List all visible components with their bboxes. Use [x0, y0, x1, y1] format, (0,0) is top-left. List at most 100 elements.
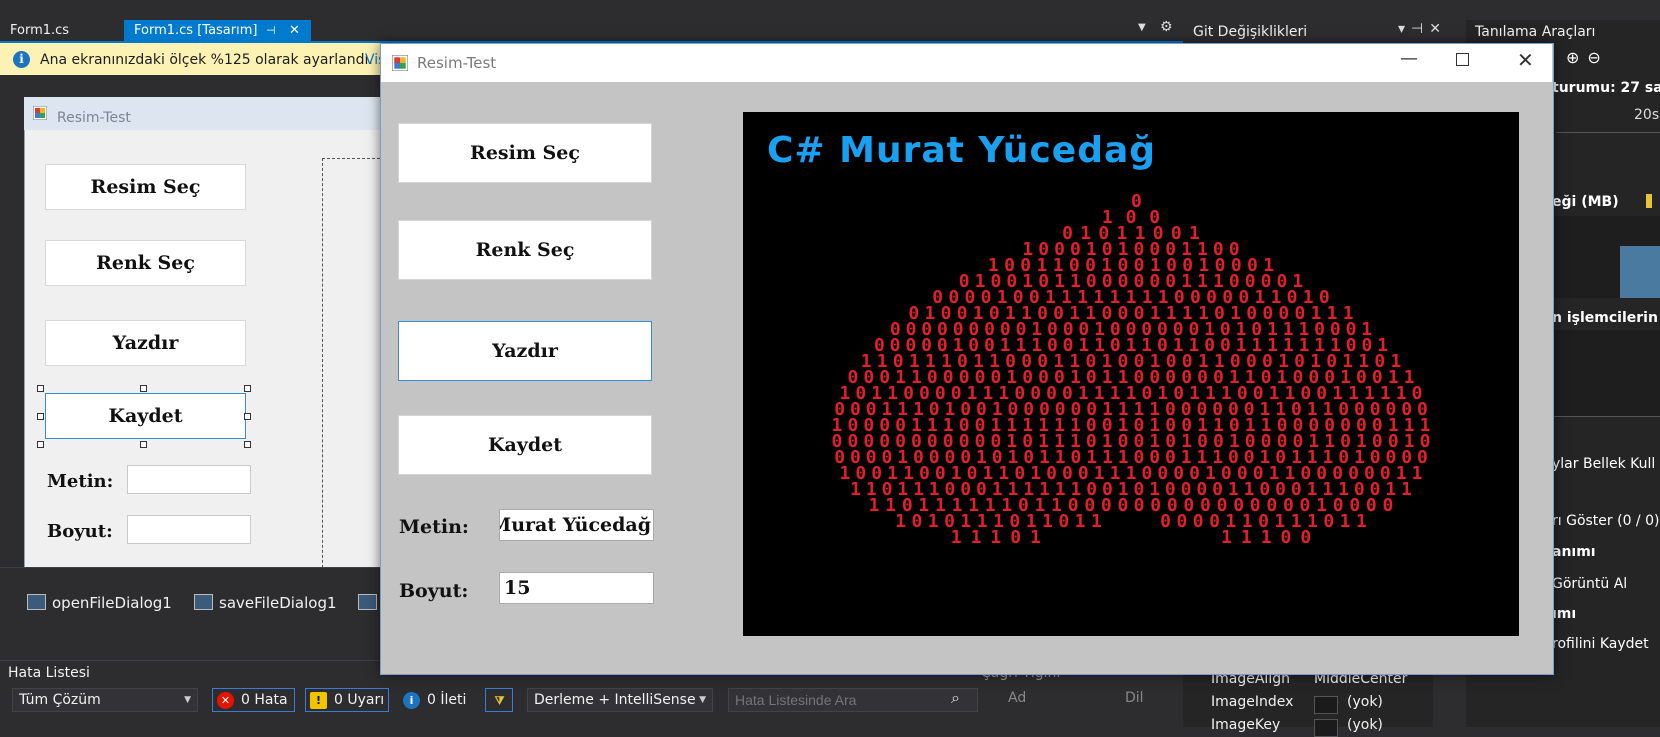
build-filter-value: Derleme + IntelliSense [534, 692, 696, 708]
cpu-graph [1552, 330, 1660, 417]
warnings-count: 0 Uyarı [334, 692, 385, 708]
dialog-icon [358, 594, 377, 610]
yazdir-button[interactable]: Yazdır [398, 321, 652, 381]
diagnostic-tools-title[interactable]: Tanılama Araçları [1475, 24, 1595, 40]
minimize-icon[interactable]: — [1400, 48, 1418, 69]
binary-row: 1001100101101000111000010001100000011 [840, 463, 1423, 484]
designer-button-kaydet[interactable]: Kaydet [45, 393, 246, 439]
errors-count: 0 Hata [241, 692, 288, 708]
scope-select[interactable]: Tüm Çözüm ▼ [12, 688, 198, 712]
window-title: Resim-Test [417, 54, 497, 72]
resize-handle[interactable] [140, 385, 147, 392]
binary-heart: 0100010110011000101000110010011001001001… [832, 191, 1431, 548]
column-header-name[interactable]: Ad [1008, 690, 1026, 706]
gear-icon[interactable]: ⚙ [1160, 19, 1173, 35]
pin-icon[interactable]: ⊣ [266, 20, 276, 41]
diag-row[interactable]: rofilini Kaydet [1552, 636, 1649, 652]
resize-handle[interactable] [244, 441, 251, 448]
dialog-icon [27, 594, 46, 610]
designer-metin-input[interactable] [127, 465, 251, 494]
tray-item-openfiledialog[interactable]: openFileDialog1 [27, 594, 172, 612]
tab-label: Form1.cs [Tasarım] [134, 23, 258, 38]
metin-input[interactable]: Murat Yücedağ [499, 509, 654, 541]
errors-filter-button[interactable]: ✕ 0 Hata [212, 688, 295, 712]
info-bar-text: Ana ekranınızdaki ölçek %125 olarak ayar… [40, 52, 373, 68]
diag-row[interactable]: rı Göster (0 / 0) [1552, 513, 1659, 529]
window-titlebar[interactable] [381, 44, 1552, 82]
designer-button-renk-sec[interactable]: Renk Seç [45, 240, 246, 286]
property-name[interactable]: ImageKey [1211, 717, 1280, 733]
scope-select-value: Tüm Çözüm [19, 692, 101, 708]
close-icon[interactable]: ✕ [289, 20, 300, 41]
kaydet-button[interactable]: Kaydet [398, 415, 652, 475]
binary-heart-image: 0100010110011000101000110010011001001001… [832, 191, 1431, 548]
designer-button-resim-sec[interactable]: Resim Seç [45, 164, 246, 210]
filter-button[interactable]: ⧩ [485, 688, 513, 712]
column-header-language[interactable]: Dil [1125, 690, 1144, 706]
resize-handle[interactable] [244, 413, 251, 420]
memory-marker-icon [1646, 194, 1652, 208]
error-search-input[interactable] [728, 688, 978, 712]
build-filter-select[interactable]: Derleme + IntelliSense ▼ [527, 688, 713, 712]
property-name[interactable]: ImageIndex [1211, 694, 1293, 710]
tab-form1-code[interactable]: Form1.cs [0, 20, 124, 41]
resize-handle[interactable] [37, 385, 44, 392]
memory-graph-area [1620, 246, 1660, 298]
metin-label: Metin: [399, 516, 469, 538]
renk-sec-button[interactable]: Renk Seç [398, 220, 652, 280]
search-icon[interactable]: ⌕ [951, 688, 960, 708]
tab-form1-designer[interactable]: Form1.cs [Tasarım] ⊣ ✕ [124, 20, 311, 41]
maximize-icon[interactable] [1456, 53, 1469, 66]
boyut-label: Boyut: [399, 580, 469, 602]
resize-handle[interactable] [244, 385, 251, 392]
designer-form-title: Resim-Test [57, 110, 131, 126]
memory-graph-title: eği (MB) [1552, 194, 1619, 210]
tray-item-label: saveFileDialog1 [219, 594, 337, 612]
form-icon [392, 55, 408, 71]
property-swatch [1314, 719, 1338, 737]
document-tab-strip: Form1.cs Form1.cs [Tasarım] ⊣ ✕ [0, 20, 1183, 41]
designer-label-metin: Metin: [47, 471, 114, 492]
error-list-title[interactable]: Hata Listesi [8, 665, 90, 681]
messages-filter-button[interactable]: i 0 İleti [398, 688, 476, 712]
panel-window-controls[interactable]: ▾⊣✕ [1398, 21, 1447, 37]
chevron-down-icon: ▼ [184, 695, 191, 705]
info-icon: i [403, 692, 420, 709]
designer-button-yazdir[interactable]: Yazdır [45, 320, 246, 366]
resim-sec-button[interactable]: Resim Seç [398, 123, 652, 183]
zoom-tools[interactable]: ⊕⊖ [1566, 48, 1609, 67]
messages-count: 0 İleti [427, 692, 467, 708]
designer-label-boyut: Boyut: [47, 521, 113, 542]
git-changes-title[interactable]: Git Değişiklikleri [1193, 24, 1307, 40]
chevron-down-icon[interactable]: ▼ [1138, 22, 1146, 33]
diag-row: anımı [1552, 544, 1596, 560]
chevron-down-icon: ▼ [699, 695, 706, 705]
info-icon: i [13, 51, 30, 68]
boyut-input[interactable]: 15 [499, 572, 654, 604]
property-value[interactable]: (yok) [1347, 694, 1383, 710]
resize-handle[interactable] [140, 441, 147, 448]
property-swatch [1314, 696, 1338, 714]
form-icon [33, 106, 47, 120]
property-value[interactable]: (yok) [1347, 717, 1383, 733]
session-duration: turumu: 27 san [1552, 80, 1660, 96]
tray-item-label: openFileDialog1 [52, 594, 172, 612]
zoom-out-icon[interactable]: ⊖ [1587, 48, 1608, 67]
binary-row: 100 [1102, 207, 1160, 228]
binary-row: 1011000011100001111010111001100111110 [840, 383, 1423, 404]
resize-handle[interactable] [37, 441, 44, 448]
zoom-in-icon[interactable]: ⊕ [1566, 48, 1587, 67]
resize-handle[interactable] [37, 413, 44, 420]
tray-item-savefiledialog[interactable]: saveFileDialog1 [194, 594, 337, 612]
tab-label: Form1.cs [10, 23, 70, 38]
designer-boyut-input[interactable] [127, 515, 251, 544]
close-icon[interactable]: ✕ [1517, 48, 1534, 72]
diag-row[interactable]: Görüntü Al [1552, 576, 1627, 592]
diag-tabs[interactable]: ylar Bellek Kull [1552, 456, 1655, 472]
filter-icon: ⧩ [494, 694, 505, 707]
warnings-filter-button[interactable]: ! 0 Uyarı [305, 688, 389, 712]
cpu-graph-title: n işlemcilerin yü [1552, 310, 1660, 326]
warning-icon: ! [310, 692, 327, 709]
error-icon: ✕ [217, 692, 234, 709]
diag-row: ımı [1552, 606, 1577, 622]
